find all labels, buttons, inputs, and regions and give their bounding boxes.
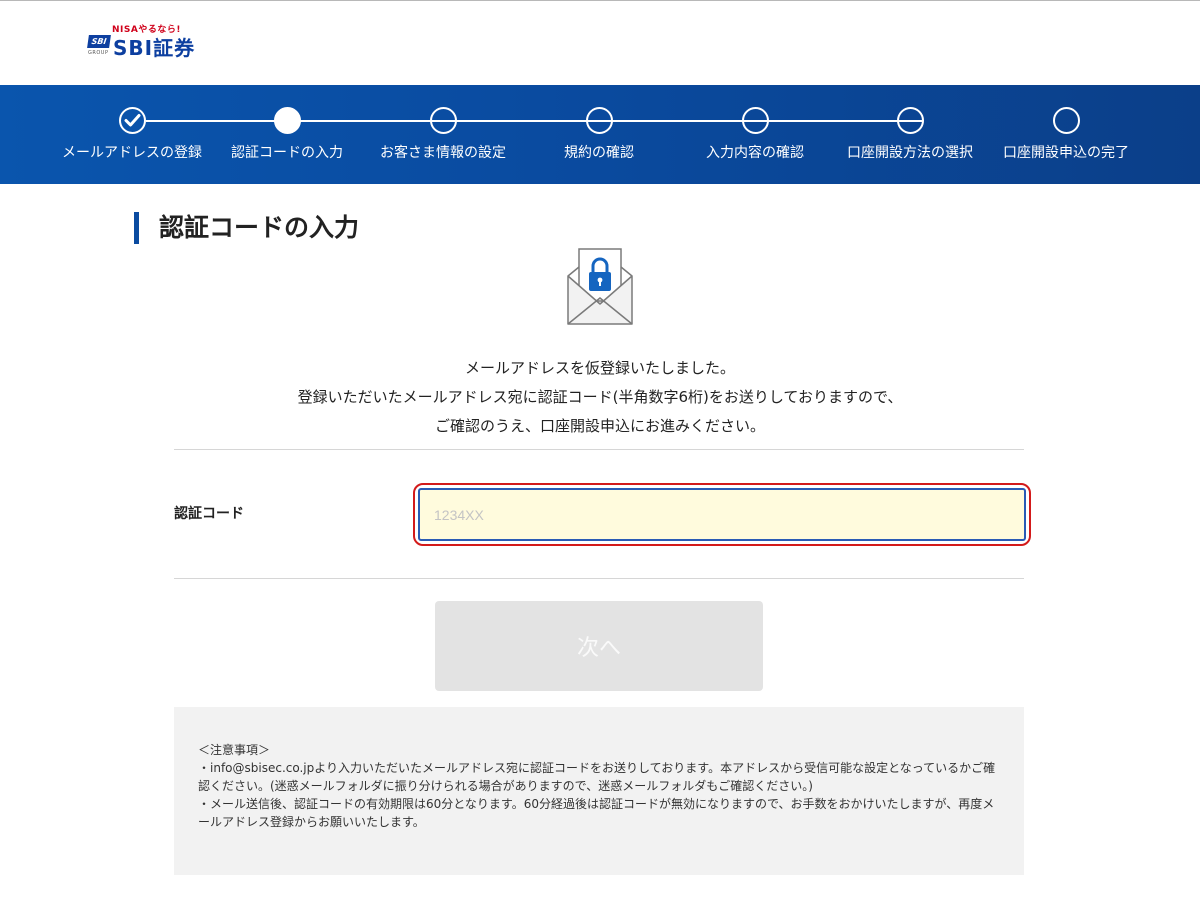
step-label: メールアドレスの登録: [62, 145, 202, 161]
message-line: 登録いただいたメールアドレス宛に認証コード(半角数字6桁)をお送りしておりますの…: [297, 388, 903, 406]
step-7: 口座開設申込の完了: [986, 107, 1146, 162]
confirmation-message: メールアドレスを仮登録いたしました。 登録いただいたメールアドレス宛に認証コード…: [0, 354, 1200, 441]
page-title: 認証コードの入力: [134, 212, 359, 244]
step-label: 口座開設申込の完了: [1003, 145, 1129, 161]
step-circle: [896, 107, 924, 134]
logo-name: SBI証券: [113, 36, 196, 60]
step-circle: [1052, 107, 1080, 134]
divider: [174, 578, 1024, 579]
progress-steps: メールアドレスの登録 認証コードの入力 お客さま情報の設定 規約の確認 入力内容…: [0, 85, 1200, 184]
divider: [174, 449, 1024, 450]
logo-group-text: GROUP: [88, 50, 109, 56]
step-3: お客さま情報の設定: [363, 107, 523, 162]
note-item: ・メール送信後、認証コードの有効期限は60分となります。60分経過後は認証コード…: [198, 797, 995, 829]
step-circle: [585, 107, 613, 134]
check-icon: [118, 107, 146, 134]
message-line: メールアドレスを仮登録いたしました。: [464, 359, 735, 377]
notes-box: ＜注意事項＞ ・info@sbisec.co.jpより入力いただいたメールアドレ…: [174, 707, 1024, 875]
step-6: 口座開設方法の選択: [830, 107, 990, 162]
logo-mark: SBI: [87, 35, 111, 48]
step-label: 認証コードの入力: [231, 145, 343, 161]
step-label: お客さま情報の設定: [380, 145, 506, 161]
note-item: ・info@sbisec.co.jpより入力いただいたメールアドレス宛に認証コー…: [198, 761, 996, 793]
step-label: 口座開設方法の選択: [847, 145, 973, 161]
verification-code-input[interactable]: [418, 488, 1026, 541]
locked-envelope-icon: [567, 248, 633, 326]
step-label: 規約の確認: [564, 145, 634, 161]
top-divider: [0, 0, 1200, 1]
code-field-focus-ring: [413, 483, 1031, 546]
step-2: 認証コードの入力: [207, 107, 367, 162]
code-field-label: 認証コード: [174, 506, 244, 522]
step-1: メールアドレスの登録: [52, 107, 212, 162]
step-circle: [741, 107, 769, 134]
step-label: 入力内容の確認: [706, 145, 804, 161]
sbi-logo[interactable]: NISAやるなら! SBI GROUP SBI証券: [86, 22, 216, 60]
message-line: ご確認のうえ、口座開設申込にお進みください。: [434, 417, 765, 435]
current-step-indicator: [273, 107, 301, 134]
next-button[interactable]: 次へ: [435, 601, 763, 691]
step-5: 入力内容の確認: [675, 107, 835, 162]
step-circle: [429, 107, 457, 134]
step-4: 規約の確認: [519, 107, 679, 162]
notes-heading: ＜注意事項＞: [198, 743, 271, 757]
